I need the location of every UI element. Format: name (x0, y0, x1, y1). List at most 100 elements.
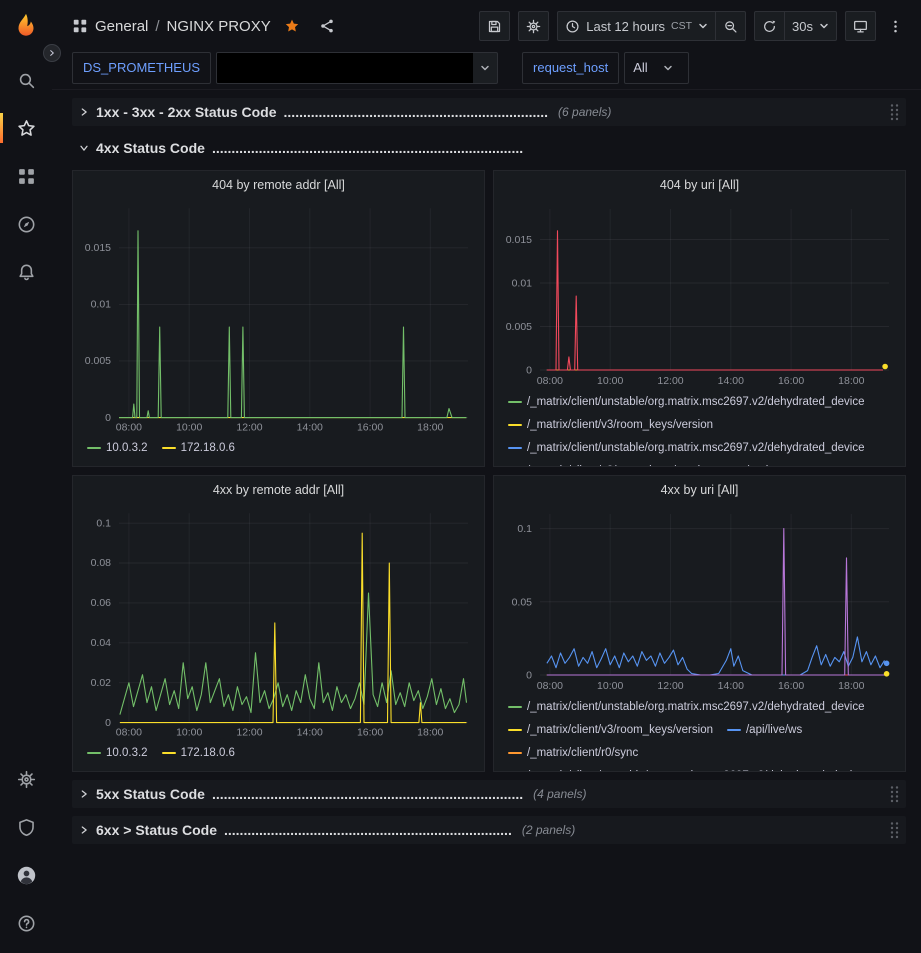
chart-legend: /_matrix/client/unstable/org.matrix.msc2… (494, 695, 905, 771)
x-axis-tick: 16:00 (357, 728, 384, 739)
legend-label: 10.0.3.2 (106, 438, 148, 458)
sidebar-expand-button[interactable] (43, 44, 61, 62)
sidebar-item-server-admin[interactable] (0, 803, 52, 851)
dashboard-row-5xx[interactable]: 5xx Status Code ........................… (72, 780, 906, 808)
chart-canvas[interactable]: 08:0010:0012:0014:0016:0018:0000.020.040… (73, 504, 484, 741)
breadcrumb-dashboard-title[interactable]: NGINX PROXY (167, 18, 271, 35)
legend-item[interactable]: 172.18.0.6 (162, 438, 235, 458)
timezone-badge: CST (671, 20, 692, 32)
legend-item[interactable]: /_matrix/client/v3/room_keys/version (508, 720, 713, 740)
x-axis-tick: 08:00 (537, 680, 563, 692)
x-axis-tick: 18:00 (838, 375, 864, 387)
row-drag-handle[interactable] (889, 785, 900, 803)
row-title: 6xx > Status Code (96, 822, 217, 838)
dashboard-row-4xx[interactable]: 4xx Status Code ........................… (72, 134, 906, 162)
legend-item[interactable]: /_matrix/client/unstable/org.matrix.msc2… (508, 697, 865, 717)
sidebar-item-help[interactable] (0, 899, 52, 947)
y-axis-tick: 0.01 (512, 278, 533, 290)
legend-swatch (727, 729, 741, 731)
sidebar-item-settings[interactable] (0, 755, 52, 803)
legend-item[interactable]: /_matrix/client/v3/room_keys/version (508, 415, 713, 435)
zoom-out-icon (723, 19, 738, 34)
chevron-right-icon (48, 49, 56, 57)
chart-canvas[interactable]: 08:0010:0012:0014:0016:0018:0000.0050.01… (73, 199, 484, 436)
row-leader: ........................................… (212, 140, 523, 156)
legend-item[interactable]: /_matrix/client/unstable/org.matrix.msc2… (508, 766, 865, 771)
chart-canvas[interactable]: 08:0010:0012:0014:0016:0018:0000.050.1 (494, 504, 905, 695)
redacted-value (217, 53, 473, 83)
y-axis-tick: 0.04 (91, 638, 112, 649)
dashboard-settings-button[interactable] (518, 11, 549, 41)
row-leader: ........................................… (212, 786, 523, 802)
dashboard-row-1xx-3xx-2xx[interactable]: 1xx - 3xx - 2xx Status Code ............… (72, 98, 906, 126)
variable-request-host-label: request_host (522, 52, 619, 84)
time-picker-button[interactable]: Last 12 hours CST (557, 11, 716, 41)
dashboard-row-6xx[interactable]: 6xx > Status Code ......................… (72, 816, 906, 844)
series-line (119, 231, 467, 418)
favorite-star-icon[interactable] (284, 18, 300, 34)
y-axis-tick: 0.1 (96, 519, 111, 530)
share-icon[interactable] (319, 18, 335, 34)
legend-swatch (87, 447, 101, 449)
row-leader: ........................................… (284, 104, 549, 120)
sidebar-item-profile[interactable] (0, 851, 52, 899)
panel-title[interactable]: 4xx by remote addr [All] (73, 476, 484, 504)
sidebar-item-starred[interactable] (0, 104, 52, 152)
breadcrumb: General / NGINX PROXY (72, 18, 335, 35)
chevron-down-icon (698, 21, 708, 31)
legend-item[interactable]: /_matrix/client/unstable/org.matrix.msc2… (508, 392, 865, 412)
refresh-button[interactable] (754, 11, 785, 41)
grafana-logo[interactable] (11, 12, 41, 42)
more-options-button[interactable] (884, 15, 907, 38)
legend-item[interactable]: /sw.js (727, 461, 774, 466)
legend-item[interactable]: /_matrix/client/unstable/org.matrix.msc2… (508, 438, 865, 458)
x-axis-tick: 12:00 (236, 728, 263, 739)
refresh-icon (762, 19, 777, 34)
variable-request-host-select[interactable]: All (624, 52, 688, 84)
sidebar-item-search[interactable] (0, 56, 52, 104)
chevron-down-icon (819, 21, 829, 31)
chevron-right-icon (78, 788, 90, 800)
series-line (547, 231, 883, 370)
chevron-down-icon (656, 63, 680, 73)
variable-datasource-select[interactable] (216, 52, 498, 84)
panel-title[interactable]: 4xx by uri [All] (494, 476, 905, 504)
cycle-view-button[interactable] (845, 11, 876, 41)
breadcrumb-folder[interactable]: General (95, 18, 148, 35)
x-axis-tick: 12:00 (657, 680, 683, 692)
zoom-out-button[interactable] (715, 11, 746, 41)
row-drag-handle[interactable] (889, 103, 900, 121)
legend-item[interactable]: 10.0.3.2 (87, 438, 148, 458)
sidebar-item-dashboards[interactable] (0, 152, 52, 200)
sidebar-item-alerting[interactable] (0, 248, 52, 296)
search-icon (17, 71, 36, 90)
dashboard-variables-bar: DS_PROMETHEUS request_host All (52, 52, 921, 90)
grafana-app: General / NGINX PROXY (0, 0, 921, 953)
x-axis-tick: 16:00 (357, 423, 384, 434)
panel-title[interactable]: 404 by remote addr [All] (73, 171, 484, 199)
legend-label: /_matrix/client/v3/room_keys/version (527, 415, 713, 435)
monitor-icon (853, 19, 868, 34)
y-axis-tick: 0 (526, 670, 532, 682)
legend-item[interactable]: /_matrix/client/v3/room_keys/version (508, 461, 713, 466)
refresh-interval-dropdown[interactable]: 30s (784, 11, 837, 41)
legend-label: /api/live/ws (746, 720, 802, 740)
chevron-right-icon (78, 824, 90, 836)
x-axis-tick: 14:00 (297, 423, 324, 434)
chevron-down-icon (473, 63, 497, 73)
row-title: 4xx Status Code (96, 140, 205, 156)
sidebar-item-explore[interactable] (0, 200, 52, 248)
legend-item[interactable]: /_matrix/client/r0/sync (508, 743, 638, 763)
panel-title[interactable]: 404 by uri [All] (494, 171, 905, 199)
legend-swatch (508, 424, 522, 426)
row-drag-handle[interactable] (889, 821, 900, 839)
legend-item[interactable]: 172.18.0.6 (162, 743, 235, 763)
chart-legend: /_matrix/client/unstable/org.matrix.msc2… (494, 390, 905, 466)
legend-item[interactable]: 10.0.3.2 (87, 743, 148, 763)
row-title: 1xx - 3xx - 2xx Status Code (96, 104, 277, 120)
chart-canvas[interactable]: 08:0010:0012:0014:0016:0018:0000.0050.01… (494, 199, 905, 390)
y-axis-tick: 0.015 (85, 243, 112, 254)
save-dashboard-button[interactable] (479, 11, 510, 41)
legend-item[interactable]: /api/live/ws (727, 720, 802, 740)
panel-404-by-uri: 404 by uri [All] 08:0010:0012:0014:0016:… (493, 170, 906, 467)
